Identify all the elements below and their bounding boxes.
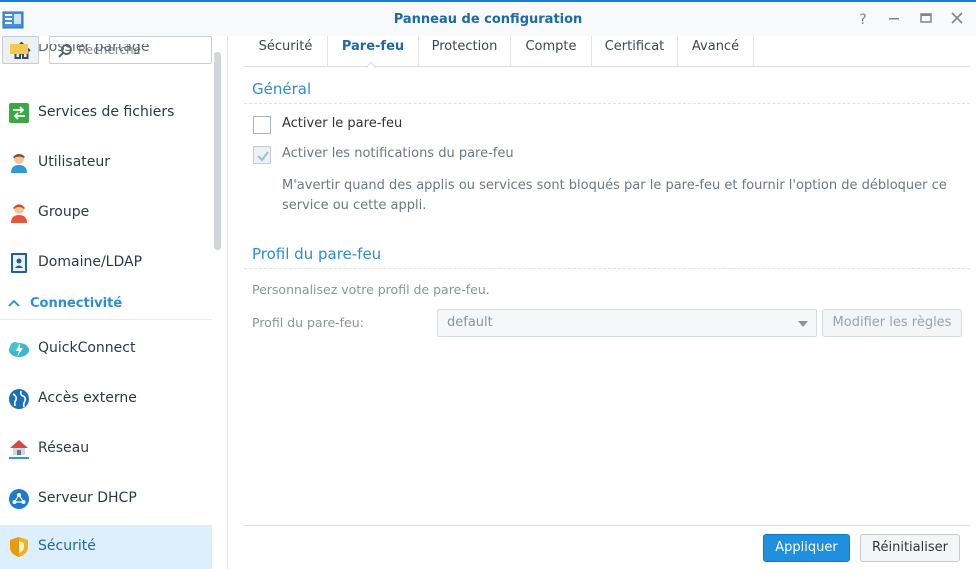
- dhcp-server-icon: [8, 488, 30, 510]
- reset-button[interactable]: Réinitialiser: [860, 534, 960, 562]
- quickconnect-icon: [8, 338, 30, 360]
- sidebar-item-label: Serveur DHCP: [38, 490, 137, 506]
- tab-account[interactable]: Compte: [511, 36, 592, 66]
- firewall-profile-select[interactable]: default: [437, 309, 817, 337]
- section-title-firewall-profile: Profil du pare-feu: [252, 245, 382, 263]
- sidebar-item-file-services[interactable]: Services de fichiers: [0, 95, 212, 131]
- sidebar: Dossier partagé Services de fichiers Uti…: [0, 36, 228, 569]
- sidebar-item-label: Groupe: [38, 204, 90, 220]
- network-icon: [8, 438, 30, 460]
- domain-ldap-icon: [8, 252, 30, 274]
- sidebar-scrollbar[interactable]: [214, 52, 221, 250]
- divider: [244, 103, 970, 104]
- sidebar-item-label: Sécurité: [38, 538, 96, 554]
- sidebar-item-label: Réseau: [38, 440, 90, 456]
- checkmark-icon: [257, 151, 269, 162]
- footer-divider: [244, 525, 970, 526]
- tab-bar: Sécurité Pare-feu Protection Compte Cert…: [244, 36, 970, 68]
- sidebar-item-label: Domaine/LDAP: [38, 254, 143, 270]
- chevron-down-icon: [798, 321, 808, 327]
- user-icon: [8, 152, 30, 174]
- section-label: Connectivité: [30, 296, 123, 311]
- active-tab-pointer: [366, 61, 376, 68]
- checkbox-label: Activer les notifications du pare-feu: [282, 146, 514, 161]
- sidebar-item-external-access[interactable]: Accès externe: [0, 381, 212, 417]
- window-title: Panneau de configuration: [393, 12, 583, 27]
- sidebar-item-network[interactable]: Réseau: [0, 431, 212, 467]
- sidebar-item-security[interactable]: Sécurité: [0, 525, 212, 569]
- sidebar-item-dhcp-server[interactable]: Serveur DHCP: [0, 481, 212, 517]
- checkbox-box[interactable]: [253, 116, 271, 134]
- sidebar-item-label: Services de fichiers: [38, 104, 175, 120]
- sidebar-item-label: QuickConnect: [38, 340, 136, 356]
- section-connectivity[interactable]: Connectivité: [0, 290, 212, 320]
- enable-firewall-checkbox[interactable]: Activer le pare-feu: [253, 115, 453, 135]
- chevron-up-icon: [8, 299, 20, 307]
- sidebar-item-label: Utilisateur: [38, 154, 111, 170]
- enable-notifications-checkbox[interactable]: Activer les notifications du pare-feu: [253, 145, 553, 165]
- minimize-icon[interactable]: [885, 11, 903, 29]
- security-shield-icon: [8, 536, 30, 558]
- profile-hint: Personnalisez votre profil de pare-feu.: [252, 282, 490, 297]
- main-panel: Sécurité Pare-feu Protection Compte Cert…: [229, 36, 976, 569]
- edit-rules-button[interactable]: Modifier les règles: [822, 309, 962, 337]
- sidebar-item-label: Dossier partagé: [38, 44, 150, 55]
- checkbox-label: Activer le pare-feu: [282, 116, 403, 131]
- select-value: default: [447, 315, 493, 330]
- notification-description: M'avertir quand des applis ou services s…: [282, 178, 947, 213]
- file-services-icon: [8, 102, 30, 124]
- sidebar-item-domain-ldap[interactable]: Domaine/LDAP: [0, 245, 212, 281]
- apply-button[interactable]: Appliquer: [763, 534, 850, 562]
- help-icon[interactable]: ?: [854, 11, 872, 29]
- sidebar-item-label: Accès externe: [38, 390, 137, 406]
- tab-security[interactable]: Sécurité: [244, 36, 328, 66]
- close-icon[interactable]: [948, 11, 966, 29]
- shared-folder-icon: [8, 44, 30, 58]
- tab-certificate[interactable]: Certificat: [592, 36, 678, 66]
- maximize-icon[interactable]: [917, 11, 935, 29]
- tab-advanced[interactable]: Avancé: [678, 36, 754, 66]
- sidebar-item-shared-folder[interactable]: Dossier partagé: [0, 44, 212, 74]
- checkbox-box[interactable]: [253, 146, 271, 164]
- divider: [244, 268, 970, 269]
- external-access-icon: [8, 388, 30, 410]
- title-bar: Panneau de configuration ?: [0, 0, 976, 36]
- tab-protection[interactable]: Protection: [419, 36, 511, 66]
- group-icon: [8, 202, 30, 224]
- sidebar-item-user[interactable]: Utilisateur: [0, 145, 212, 181]
- section-title-general: Général: [252, 80, 312, 98]
- sidebar-item-quickconnect[interactable]: QuickConnect: [0, 331, 212, 367]
- profile-field-label: Profil du pare-feu:: [252, 315, 364, 330]
- sidebar-item-group[interactable]: Groupe: [0, 195, 212, 231]
